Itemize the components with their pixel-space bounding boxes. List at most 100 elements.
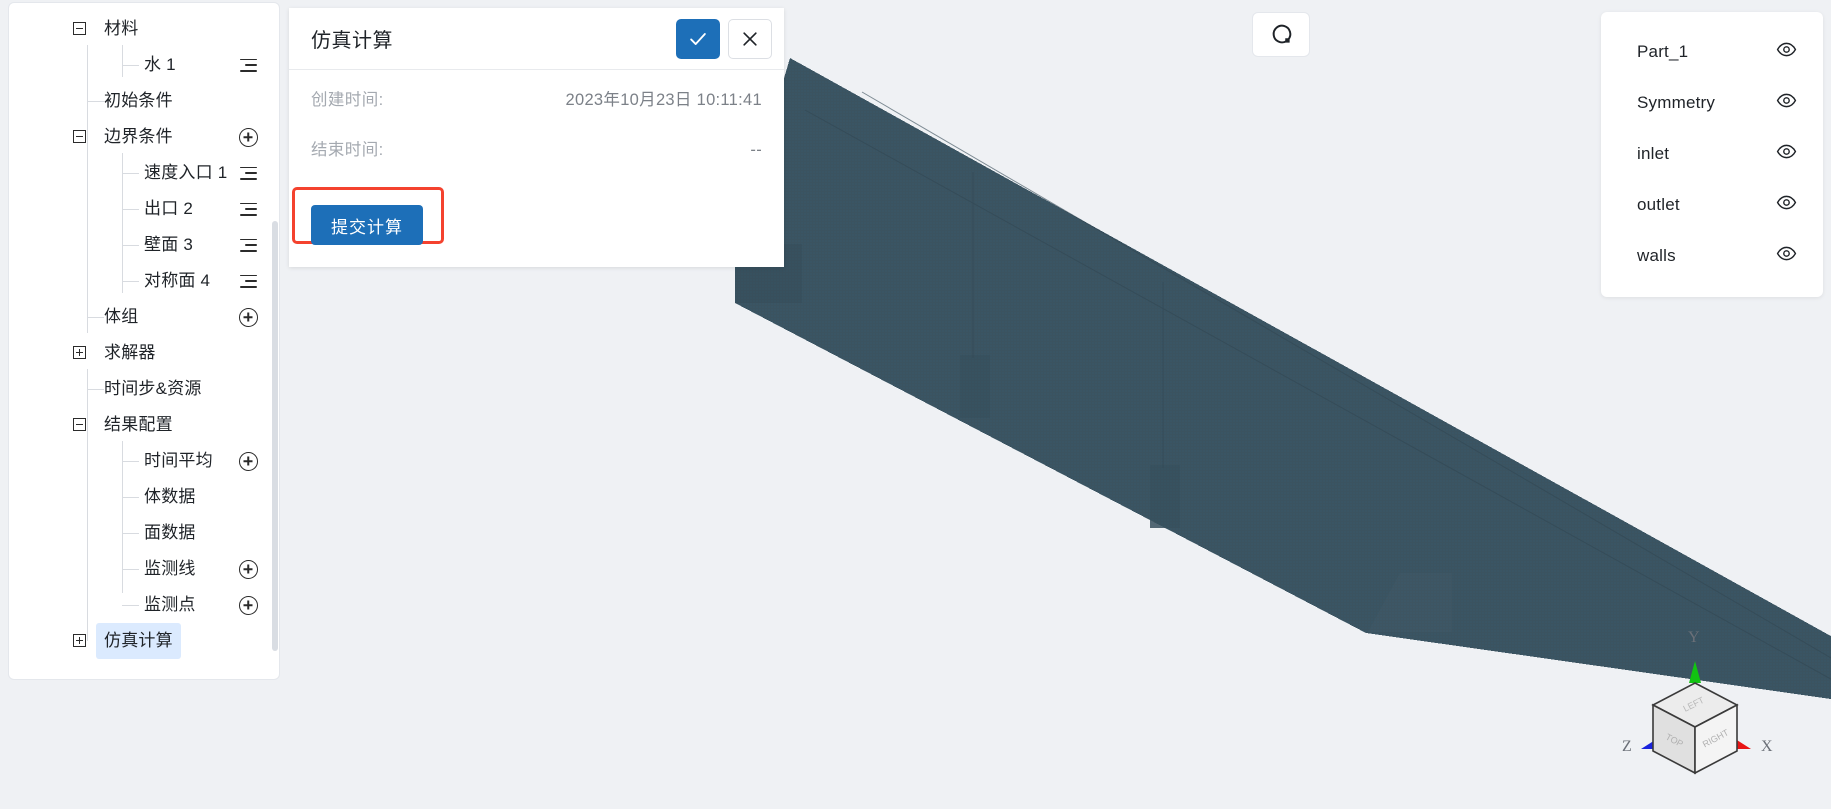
tree-node-label: 边界条件 bbox=[104, 127, 173, 146]
eye-icon bbox=[1776, 195, 1797, 209]
collapse-icon[interactable] bbox=[73, 130, 86, 143]
part-visibility-toggle[interactable] bbox=[1776, 39, 1797, 65]
parts-list: Part_1 Symmetry inlet outlet walls bbox=[1601, 26, 1823, 281]
eye-icon bbox=[1776, 246, 1797, 260]
tree-node-material[interactable]: 材料 bbox=[9, 11, 279, 47]
model-tree-scroll-area[interactable]: 材料水 1 初始条件边界条件速度入口 1 出口 2 壁面 3 对称面 4 体组求解器时间步… bbox=[9, 3, 279, 679]
tree-guide-line bbox=[122, 497, 139, 498]
tree-node-label: 时间平均 bbox=[144, 451, 213, 470]
expand-icon[interactable] bbox=[73, 634, 86, 647]
tree-node-label: 材料 bbox=[104, 19, 139, 38]
tree-node-label: 求解器 bbox=[104, 343, 156, 362]
tree-guide-line bbox=[122, 605, 139, 606]
tree-node-timestep-resources[interactable]: 时间步&资源 bbox=[9, 371, 279, 407]
tree-node-monitor-line[interactable]: 监测线 bbox=[9, 551, 279, 587]
gizmo-axis-label-z: Z bbox=[1622, 738, 1632, 755]
gizmo-cube[interactable]: LEFT TOP RIGHT bbox=[1615, 631, 1775, 801]
tree-scrollbar[interactable] bbox=[272, 221, 278, 651]
tree-node-label: 壁面 3 bbox=[144, 235, 193, 254]
node-add-icon[interactable] bbox=[237, 450, 259, 472]
tree-node-label: 监测线 bbox=[144, 559, 196, 578]
tree-node-initial-conditions[interactable]: 初始条件 bbox=[9, 83, 279, 119]
node-add-icon[interactable] bbox=[237, 594, 259, 616]
part-visibility-toggle[interactable] bbox=[1776, 141, 1797, 167]
tree-node-result-config[interactable]: 结果配置 bbox=[9, 407, 279, 443]
tree-node-label: 监测点 bbox=[144, 595, 196, 614]
node-add-icon[interactable] bbox=[237, 306, 259, 328]
tree-node-time-average[interactable]: 时间平均 bbox=[9, 443, 279, 479]
tree-node-solver[interactable]: 求解器 bbox=[9, 335, 279, 371]
tree-guide-line bbox=[122, 569, 139, 570]
part-name: Symmetry bbox=[1637, 92, 1716, 112]
part-visibility-toggle[interactable] bbox=[1776, 90, 1797, 116]
tree-node-monitor-point[interactable]: 监测点 bbox=[9, 587, 279, 623]
node-menu-icon[interactable] bbox=[237, 162, 259, 184]
part-row[interactable]: inlet bbox=[1601, 128, 1823, 179]
model-tree-rows: 材料水 1 初始条件边界条件速度入口 1 出口 2 壁面 3 对称面 4 体组求解器时间步… bbox=[9, 11, 279, 659]
tree-guide-line bbox=[122, 533, 139, 534]
eye-icon bbox=[1776, 144, 1797, 158]
part-row[interactable]: Part_1 bbox=[1601, 26, 1823, 77]
submit-area: 提交计算 bbox=[289, 186, 784, 267]
orientation-gizmo[interactable]: LEFT TOP RIGHT Y X Z bbox=[1615, 629, 1775, 801]
reset-rotate-icon bbox=[1272, 24, 1291, 44]
part-visibility-toggle[interactable] bbox=[1776, 243, 1797, 269]
tree-node-outlet-2[interactable]: 出口 2 bbox=[9, 191, 279, 227]
tree-node-label: 体组 bbox=[104, 307, 139, 326]
tree-node-wall-3[interactable]: 壁面 3 bbox=[9, 227, 279, 263]
node-menu-icon[interactable] bbox=[237, 270, 259, 292]
part-name: inlet bbox=[1637, 143, 1670, 163]
node-menu-icon[interactable] bbox=[237, 198, 259, 220]
tree-node-label: 速度入口 1 bbox=[144, 163, 228, 182]
y-axis-arrow bbox=[1689, 661, 1701, 683]
tree-node-water-1[interactable]: 水 1 bbox=[9, 47, 279, 83]
dialog-title: 仿真计算 bbox=[311, 30, 393, 52]
close-icon bbox=[743, 31, 757, 46]
part-row[interactable]: outlet bbox=[1601, 179, 1823, 230]
tree-guide-line bbox=[122, 461, 139, 462]
tree-node-volume-data[interactable]: 体数据 bbox=[9, 479, 279, 515]
created-time-value: 2023年10月23日 10:11:41 bbox=[565, 91, 762, 109]
reset-view-button[interactable] bbox=[1252, 12, 1310, 57]
tree-node-surface-data[interactable]: 面数据 bbox=[9, 515, 279, 551]
tree-node-label: 水 1 bbox=[144, 55, 176, 74]
confirm-button[interactable] bbox=[676, 18, 720, 59]
collapse-icon[interactable] bbox=[73, 22, 86, 35]
tree-guide-line bbox=[122, 281, 139, 282]
tree-node-symmetry-plane-4[interactable]: 对称面 4 bbox=[9, 263, 279, 299]
parts-visibility-panel: Part_1 Symmetry inlet outlet walls bbox=[1601, 12, 1823, 297]
tree-guide-line bbox=[122, 245, 139, 246]
tree-guide-line bbox=[122, 209, 139, 210]
tree-node-label: 面数据 bbox=[144, 523, 196, 542]
tree-node-velocity-inlet-1[interactable]: 速度入口 1 bbox=[9, 155, 279, 191]
tree-guide-line bbox=[122, 173, 139, 174]
node-add-icon[interactable] bbox=[237, 126, 259, 148]
tree-node-label: 出口 2 bbox=[144, 199, 193, 218]
cancel-button[interactable] bbox=[728, 18, 772, 59]
model-tree-panel: 材料水 1 初始条件边界条件速度入口 1 出口 2 壁面 3 对称面 4 体组求解器时间步… bbox=[8, 2, 280, 680]
tree-node-volume-group[interactable]: 体组 bbox=[9, 299, 279, 335]
tree-node-boundary-conditions[interactable]: 边界条件 bbox=[9, 119, 279, 155]
part-visibility-toggle[interactable] bbox=[1776, 192, 1797, 218]
tree-node-simulation-run[interactable]: 仿真计算 bbox=[9, 623, 279, 659]
collapse-icon[interactable] bbox=[73, 418, 86, 431]
node-menu-icon[interactable] bbox=[237, 54, 259, 76]
end-time-row: 结束时间: -- bbox=[311, 136, 762, 186]
tree-guide-line bbox=[122, 65, 139, 66]
node-menu-icon[interactable] bbox=[237, 234, 259, 256]
part-row[interactable]: Symmetry bbox=[1601, 77, 1823, 128]
expand-icon[interactable] bbox=[73, 346, 86, 359]
tree-node-label: 对称面 4 bbox=[144, 271, 211, 290]
gizmo-axis-label-x: X bbox=[1761, 738, 1773, 755]
eye-icon bbox=[1776, 42, 1797, 56]
tree-guide-line bbox=[87, 317, 104, 318]
eye-icon bbox=[1776, 93, 1797, 107]
node-add-icon[interactable] bbox=[237, 558, 259, 580]
part-row[interactable]: walls bbox=[1601, 230, 1823, 281]
tree-node-label: 仿真计算 bbox=[96, 623, 181, 659]
created-time-label: 创建时间: bbox=[311, 91, 384, 109]
end-time-value: -- bbox=[750, 141, 762, 159]
submit-computation-button[interactable]: 提交计算 bbox=[311, 205, 423, 245]
tree-guide-line bbox=[87, 101, 104, 102]
end-time-label: 结束时间: bbox=[311, 141, 384, 159]
